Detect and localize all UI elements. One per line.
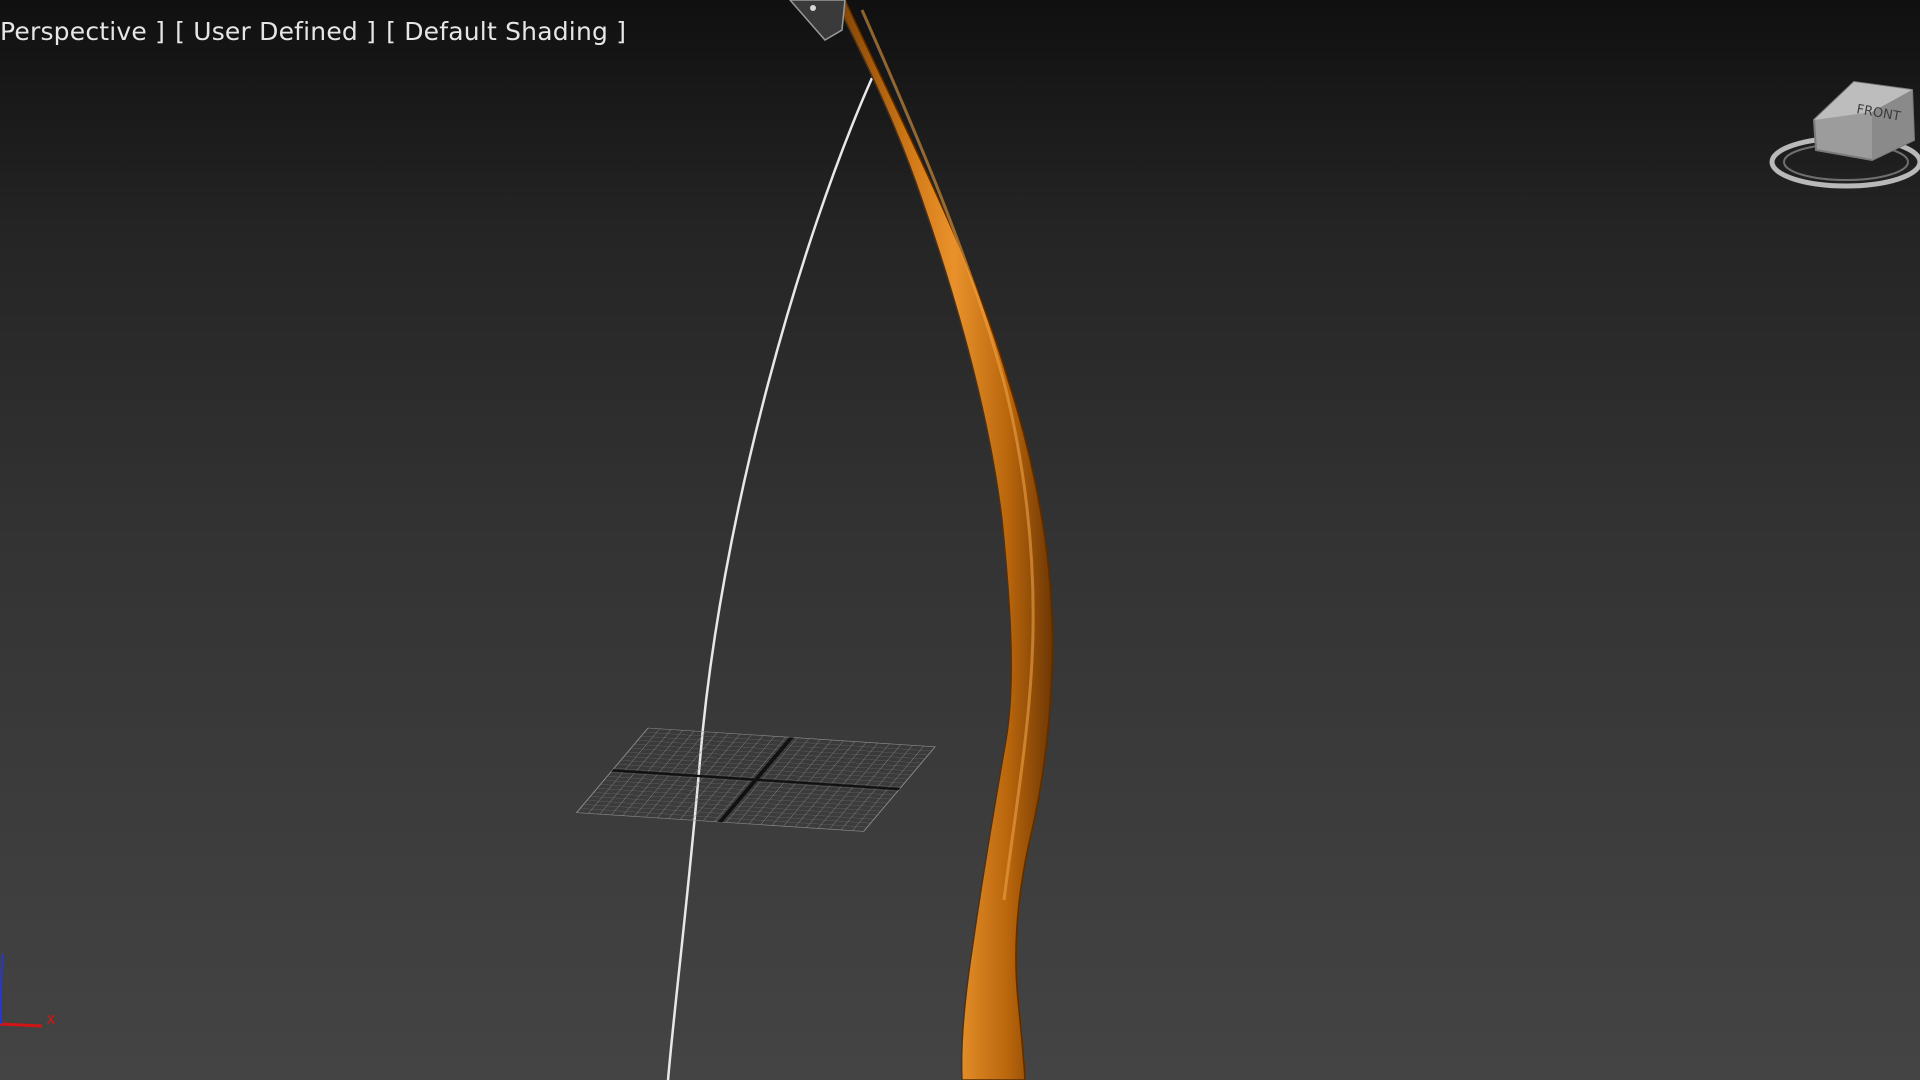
arrow-tip-highlight [810, 5, 816, 11]
arrow-tip[interactable] [789, 0, 846, 41]
scene-canvas[interactable] [0, 0, 1920, 1080]
perspective-viewport[interactable]: Perspective ] [ User Defined ] [ Default… [0, 0, 1920, 1080]
bow-string[interactable] [666, 77, 874, 1080]
viewcube-icon[interactable]: FRONT [1752, 70, 1920, 200]
axis-tripod-icon: x [0, 953, 55, 1028]
home-grid[interactable] [575, 727, 936, 832]
bow-limb[interactable] [834, 0, 1054, 1080]
axis-x-label: x [46, 1009, 55, 1028]
